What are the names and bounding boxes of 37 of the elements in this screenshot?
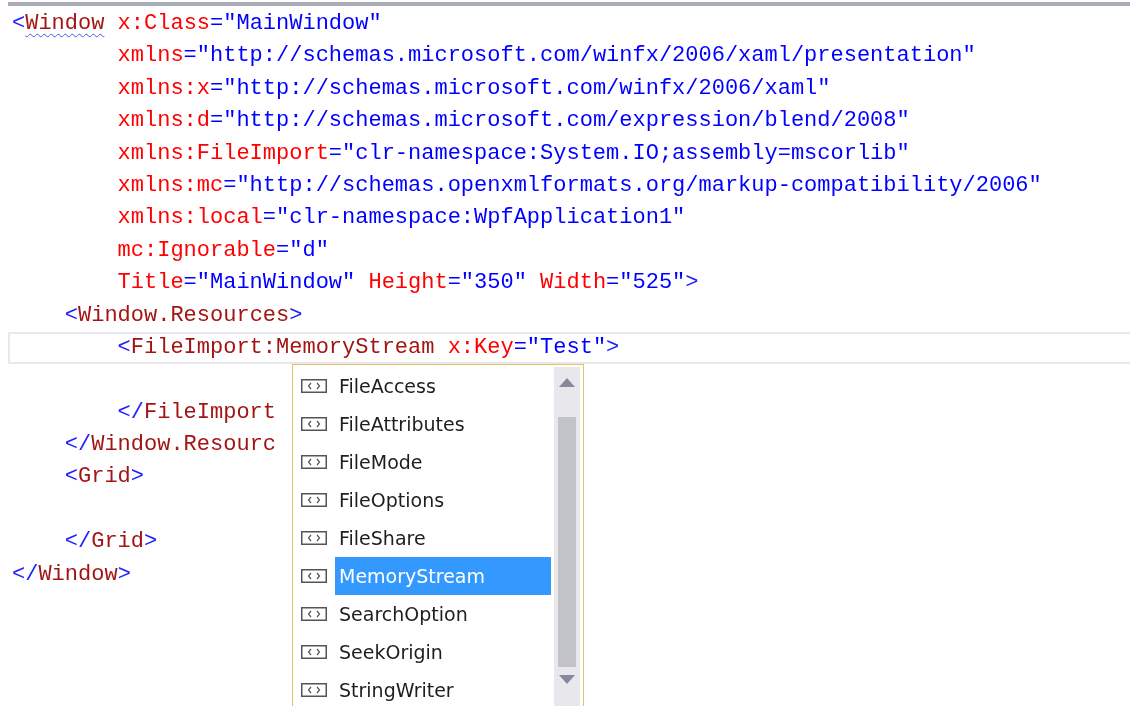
code-line: xmlns:d="http://schemas.microsoft.com/expression/blend/2008" bbox=[117, 108, 910, 134]
class-icon bbox=[301, 645, 327, 659]
completion-item[interactable]: SeekOrigin bbox=[335, 633, 551, 671]
scroll-down-icon[interactable] bbox=[559, 675, 575, 685]
code-line: xmlns:local="clr-namespace:WpfApplication1" bbox=[117, 205, 686, 231]
code-line: </Grid> bbox=[64, 529, 158, 555]
code-line: xmlns:x="http://schemas.microsoft.com/winfx/2006/xaml" bbox=[117, 75, 831, 101]
scrollbar[interactable] bbox=[554, 367, 580, 706]
code-line: <Grid> bbox=[64, 464, 144, 490]
scrollbar-thumb[interactable] bbox=[558, 417, 576, 667]
class-icon bbox=[301, 455, 327, 469]
completion-item[interactable]: FileAttributes bbox=[335, 405, 551, 443]
class-icon bbox=[301, 379, 327, 393]
completion-item[interactable]: FileAccess bbox=[335, 367, 551, 405]
code-line: </Window.Resourc bbox=[64, 432, 277, 458]
class-icon bbox=[301, 493, 327, 507]
code-line: Title="MainWindow" Height="350" Width="525"> bbox=[117, 270, 699, 296]
completion-item[interactable]: FileMode bbox=[335, 443, 551, 481]
code-line: <Window x:Class="MainWindow" bbox=[12, 11, 382, 36]
completion-item[interactable]: SearchOption bbox=[335, 595, 551, 633]
code-line: mc:Ignorable="d" bbox=[117, 237, 329, 263]
code-line: </FileImport bbox=[117, 399, 277, 425]
code-line: xmlns:mc="http://schemas.openxmlformats.org/markup-compatibility/2006" bbox=[117, 172, 1042, 198]
class-icon bbox=[301, 417, 327, 431]
code-line: xmlns="http://schemas.microsoft.com/winfx/2006/xaml/presentation" bbox=[117, 43, 976, 69]
completion-item[interactable]: FileOptions bbox=[335, 481, 551, 519]
completion-item[interactable]: StringWriter bbox=[335, 671, 551, 706]
completion-item[interactable]: FileShare bbox=[335, 519, 551, 557]
code-line: </Window> bbox=[12, 561, 131, 587]
class-icon bbox=[301, 683, 327, 697]
code-line: <FileImport:MemoryStream x:Key="Test"> bbox=[117, 334, 620, 360]
class-icon bbox=[301, 569, 327, 583]
code-line: xmlns:FileImport="clr-namespace:System.IO;assembly=mscorlib" bbox=[117, 140, 910, 166]
class-icon bbox=[301, 607, 327, 621]
scroll-up-icon[interactable] bbox=[559, 377, 575, 387]
class-icon bbox=[301, 531, 327, 545]
code-line: <Window.Resources> bbox=[64, 302, 303, 328]
